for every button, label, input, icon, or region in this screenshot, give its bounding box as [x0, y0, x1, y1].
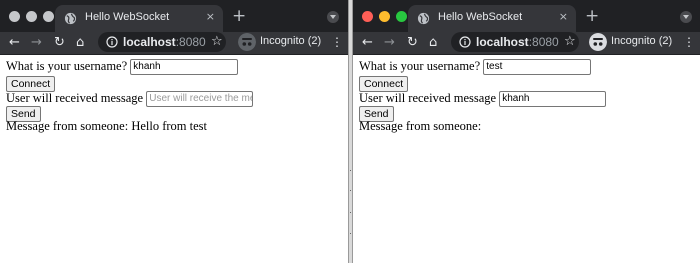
home-button[interactable]: ⌂	[429, 34, 437, 51]
globe-icon	[64, 12, 77, 25]
minimize-window-button[interactable]	[26, 11, 37, 22]
site-info-icon[interactable]	[459, 36, 471, 48]
tab-search-icon[interactable]	[327, 11, 339, 23]
incognito-icon	[589, 33, 607, 51]
tab-hello-websocket[interactable]: Hello WebSocket ×	[55, 5, 223, 32]
browser-toolbar: ← → ↻ ⌂ localhost:8080 ☆ Incognito (2) ⋮	[353, 32, 700, 55]
username-input[interactable]: khanh	[130, 59, 239, 76]
username-row: What is your username? khanh	[6, 59, 239, 76]
recipient-row: User will received message User will rec…	[6, 91, 254, 108]
divider-mark	[350, 233, 351, 234]
back-button[interactable]: ←	[362, 34, 373, 51]
recipient-label: User will received message	[359, 91, 497, 105]
url-host: localhost	[123, 35, 176, 49]
minimize-window-button[interactable]	[379, 11, 390, 22]
incognito-label: Incognito (2)	[611, 35, 673, 47]
message-label: Message from someone:	[6, 119, 129, 133]
username-input[interactable]: test	[483, 59, 592, 76]
close-window-button[interactable]	[9, 11, 20, 22]
forward-button[interactable]: →	[31, 34, 42, 51]
browser-window-right: Hello WebSocket × + ← → ↻ ⌂ localhost:80…	[352, 0, 700, 263]
address-bar[interactable]: localhost:8080	[98, 32, 226, 52]
close-window-button[interactable]	[362, 11, 373, 22]
browser-window-left: Hello WebSocket × + ← → ↻ ⌂ localhost:80…	[0, 0, 349, 263]
bookmark-star-icon[interactable]: ☆	[211, 34, 223, 49]
recipient-input[interactable]: khanh	[499, 91, 607, 108]
recipient-label: User will received message	[6, 91, 144, 105]
reload-button[interactable]: ↻	[54, 34, 65, 51]
tab-hello-websocket[interactable]: Hello WebSocket ×	[408, 5, 576, 32]
divider-mark	[350, 170, 351, 171]
url-port: :8080	[528, 35, 559, 49]
tab-search-icon[interactable]	[680, 11, 692, 23]
divider-mark	[350, 212, 351, 213]
username-label: What is your username?	[6, 59, 128, 73]
page-content: What is your username? test Connect User…	[353, 55, 700, 263]
globe-icon	[417, 12, 430, 25]
message-text: Hello from test	[131, 119, 208, 133]
incognito-icon	[238, 33, 256, 51]
browser-toolbar: ← → ↻ ⌂ localhost:8080 ☆ Incognito (2) ⋮	[0, 32, 348, 55]
address-bar[interactable]: localhost:8080	[451, 32, 579, 52]
bookmark-star-icon[interactable]: ☆	[564, 34, 576, 49]
zoom-window-button[interactable]	[43, 11, 54, 22]
url-port: :8080	[175, 35, 206, 49]
back-button[interactable]: ←	[9, 34, 20, 51]
username-row: What is your username? test	[359, 59, 592, 76]
home-button[interactable]: ⌂	[76, 34, 84, 51]
tab-title: Hello WebSocket	[85, 11, 170, 23]
incognito-label: Incognito (2)	[260, 35, 322, 47]
page-content: What is your username? khanh Connect Use…	[0, 55, 348, 263]
connect-button[interactable]: Connect	[359, 76, 409, 92]
message-label: Message from someone:	[359, 119, 482, 133]
message-row: Message from someone: Hello from test	[6, 119, 207, 134]
tab-close-icon[interactable]: ×	[206, 10, 215, 23]
recipient-row: User will received message khanh	[359, 91, 607, 108]
username-label: What is your username?	[359, 59, 481, 73]
browser-menu-icon[interactable]: ⋮	[683, 35, 695, 49]
recipient-input[interactable]: User will receive the message	[146, 91, 254, 108]
site-info-icon[interactable]	[106, 36, 118, 48]
connect-button[interactable]: Connect	[6, 76, 56, 92]
reload-button[interactable]: ↻	[407, 34, 418, 51]
browser-menu-icon[interactable]: ⋮	[331, 35, 343, 49]
divider-mark	[350, 190, 351, 191]
message-row: Message from someone:	[359, 119, 481, 134]
new-tab-button[interactable]: +	[232, 6, 246, 26]
tab-close-icon[interactable]: ×	[559, 10, 568, 23]
url-host: localhost	[476, 35, 529, 49]
url-text: localhost:8080	[476, 35, 559, 49]
forward-button[interactable]: →	[384, 34, 395, 51]
new-tab-button[interactable]: +	[585, 6, 599, 26]
url-text: localhost:8080	[123, 35, 206, 49]
tab-strip: Hello WebSocket × +	[0, 0, 348, 32]
tab-strip: Hello WebSocket × +	[353, 0, 700, 32]
tab-title: Hello WebSocket	[438, 11, 523, 23]
zoom-window-button[interactable]	[396, 11, 407, 22]
